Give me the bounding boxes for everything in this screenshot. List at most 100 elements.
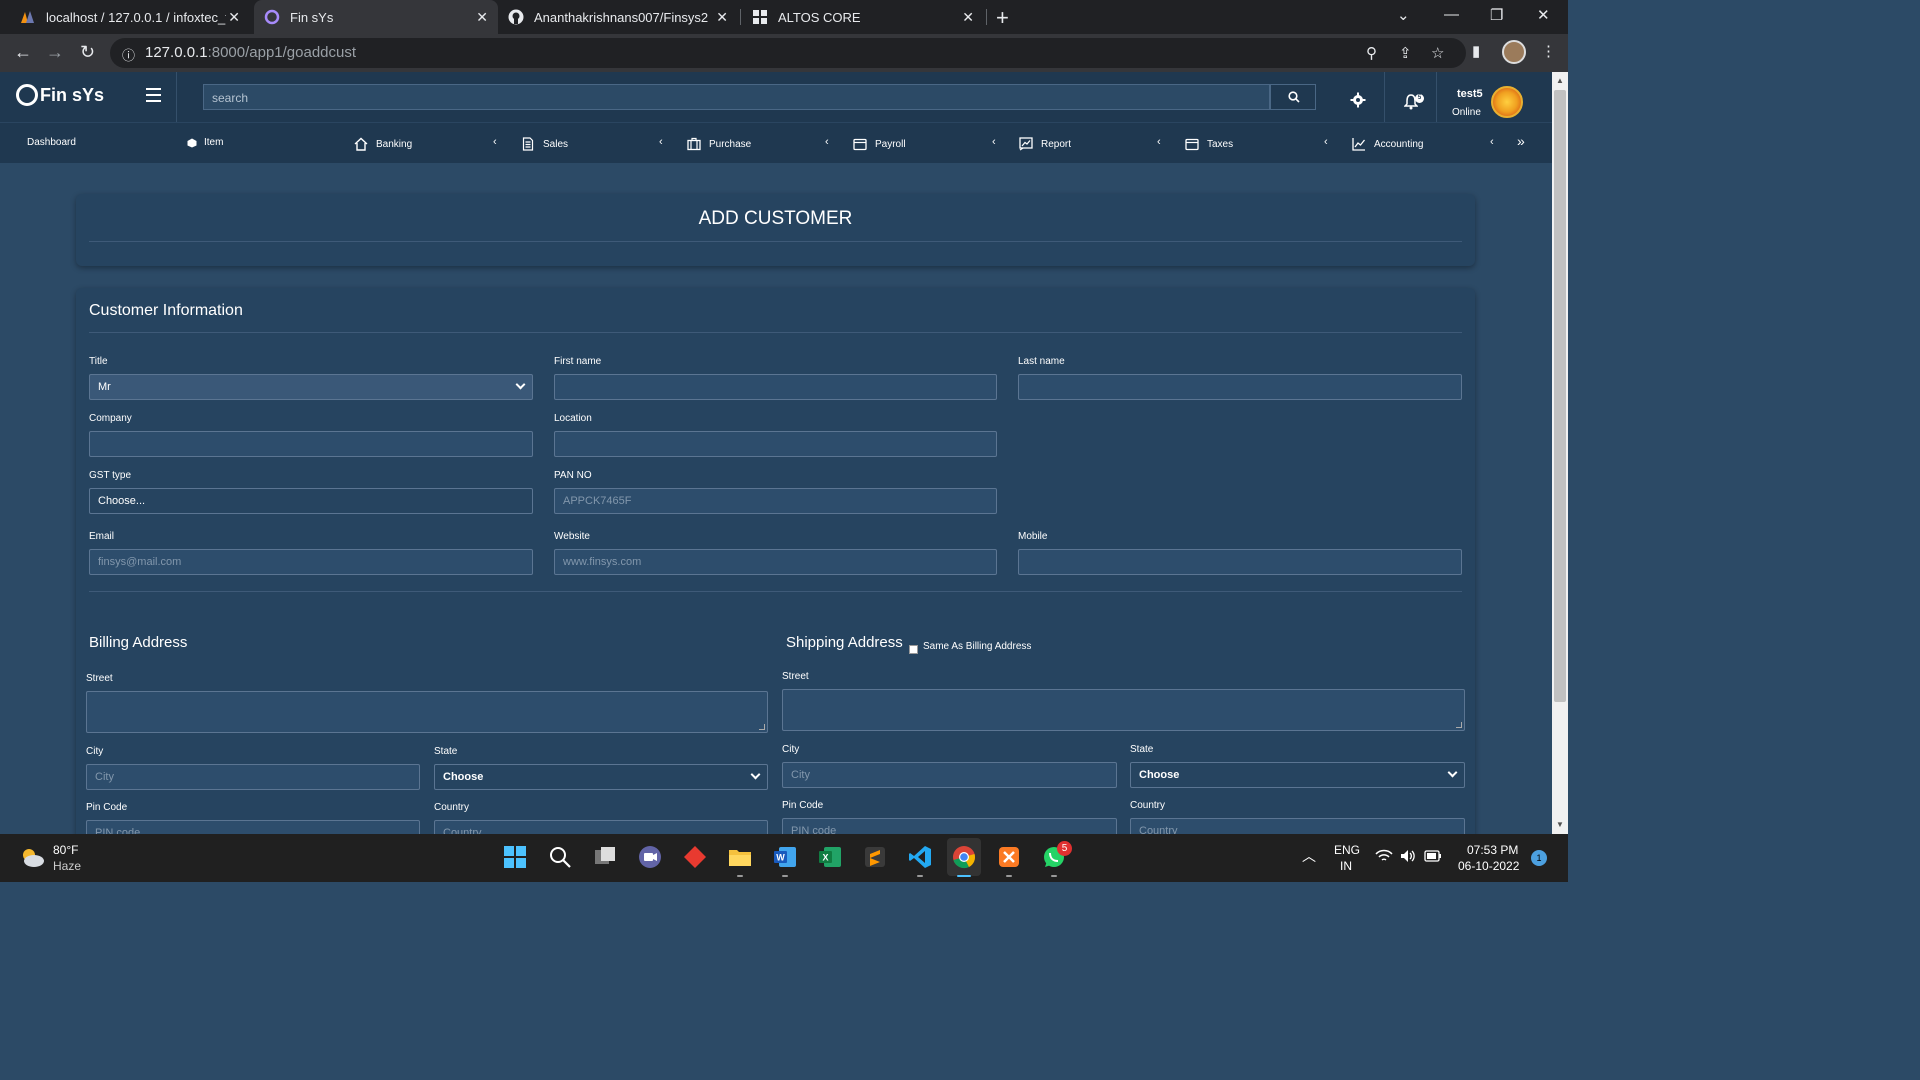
close-window-icon[interactable]: ✕ [1537, 6, 1550, 24]
xampp-icon[interactable] [997, 845, 1021, 869]
chrome-icon[interactable] [952, 845, 976, 869]
brand-logo[interactable]: Fin sYs [16, 84, 104, 106]
chevron-left-icon[interactable]: ‹ [659, 136, 663, 148]
file-explorer-icon[interactable] [728, 845, 752, 869]
shipping-city-input[interactable]: City [782, 762, 1117, 788]
shipping-state-select[interactable]: Choose [1130, 762, 1465, 788]
location-input[interactable] [554, 431, 997, 457]
input-region[interactable]: IN [1340, 859, 1352, 873]
altos-icon [752, 9, 768, 25]
task-view-icon[interactable] [593, 845, 617, 869]
url-text[interactable]: 127.0.0.1:8000/app1/goaddcust [145, 44, 356, 61]
weather-temperature[interactable]: 80°F [53, 843, 78, 857]
profile-avatar[interactable] [1502, 40, 1526, 64]
chevron-up-icon[interactable]: ︿ [1302, 846, 1316, 866]
chevron-left-icon[interactable]: ‹ [1157, 136, 1161, 148]
back-icon[interactable]: ← [14, 42, 32, 63]
menu-item[interactable]: Item [187, 137, 223, 148]
close-tab-icon[interactable]: ✕ [476, 9, 488, 26]
mobile-input[interactable] [1018, 549, 1462, 575]
restore-icon[interactable]: ❐ [1490, 6, 1503, 24]
first-name-input[interactable] [554, 374, 997, 400]
title-select[interactable]: Mr [89, 374, 533, 400]
double-chevron-right-icon[interactable]: » [1517, 133, 1525, 149]
clock-date[interactable]: 06-10-2022 [1458, 859, 1519, 873]
more-menu-icon[interactable]: ⋮ [1541, 42, 1556, 60]
chevron-left-icon[interactable]: ‹ [992, 136, 996, 148]
sublime-text-icon[interactable] [863, 845, 887, 869]
close-tab-icon[interactable]: ✕ [228, 9, 240, 26]
scrollbar-thumb[interactable] [1554, 90, 1566, 702]
wallet-icon [1185, 138, 1199, 151]
tab-search-icon[interactable]: ⌄ [1397, 6, 1410, 24]
minimize-icon[interactable]: — [1444, 6, 1459, 23]
chevron-left-icon[interactable]: ‹ [493, 136, 497, 148]
scroll-up-icon[interactable]: ▲ [1556, 76, 1564, 85]
billing-city-input[interactable]: City [86, 764, 420, 790]
tab-phpmyadmin[interactable]: localhost / 127.0.0.1 / infoxtec_fir ✕ [10, 0, 250, 34]
same-as-billing-checkbox[interactable] [909, 645, 918, 654]
search-button[interactable] [1270, 84, 1316, 110]
bookmark-star-icon[interactable]: ☆ [1431, 44, 1444, 62]
hamburger-menu-icon[interactable] [146, 88, 161, 106]
reload-icon[interactable]: ↻ [80, 42, 95, 63]
zoom-icon[interactable]: ⚲ [1366, 44, 1377, 62]
billing-state-select[interactable]: Choose [434, 764, 768, 790]
running-indicator [1006, 875, 1012, 877]
new-tab-icon[interactable]: + [996, 5, 1009, 31]
user-avatar[interactable] [1491, 86, 1523, 118]
shipping-street-textarea[interactable] [782, 689, 1465, 731]
same-as-billing-label[interactable]: Same As Billing Address [923, 641, 1031, 652]
scroll-down-icon[interactable]: ▼ [1556, 820, 1564, 829]
search-icon[interactable] [548, 845, 572, 869]
menu-report[interactable]: Report [1019, 137, 1071, 151]
menu-sales[interactable]: Sales [521, 137, 568, 151]
email-input[interactable]: finsys@mail.com [89, 549, 533, 575]
weather-description[interactable]: Haze [53, 859, 81, 873]
gst-type-select[interactable]: Choose... [89, 488, 533, 514]
wifi-icon[interactable] [1375, 849, 1393, 863]
pan-no-input[interactable]: APPCK7465F [554, 488, 997, 514]
gear-icon[interactable] [1350, 92, 1366, 108]
share-icon[interactable]: ⇪ [1399, 44, 1412, 62]
volume-icon[interactable] [1400, 849, 1416, 863]
url-omnibox[interactable]: ⓘ 127.0.0.1:8000/app1/goaddcust ⚲ ⇪ ☆ [110, 38, 1466, 68]
chevron-left-icon[interactable]: ‹ [1490, 136, 1494, 148]
word-icon[interactable]: W [773, 845, 797, 869]
menu-banking[interactable]: Banking [354, 137, 412, 151]
billing-street-textarea[interactable] [86, 691, 768, 733]
site-info-icon[interactable]: ⓘ [122, 45, 135, 64]
billing-state-label: State [434, 746, 458, 757]
menu-accounting[interactable]: Accounting [1352, 137, 1423, 151]
close-tab-icon[interactable]: ✕ [716, 9, 728, 26]
resize-grip-icon[interactable] [1456, 722, 1462, 728]
vscode-icon[interactable] [908, 845, 932, 869]
website-input[interactable]: www.finsys.com [554, 549, 997, 575]
notification-center-badge[interactable]: 1 [1531, 850, 1547, 866]
tab-finsys[interactable]: Fin sYs ✕ [254, 0, 498, 34]
chevron-left-icon[interactable]: ‹ [825, 136, 829, 148]
forward-icon[interactable]: → [46, 42, 64, 63]
resize-grip-icon[interactable] [759, 724, 765, 730]
side-panel-icon[interactable]: ▮ [1472, 42, 1480, 60]
battery-icon[interactable] [1424, 850, 1442, 862]
last-name-input[interactable] [1018, 374, 1462, 400]
weather-haze-icon[interactable] [18, 846, 46, 870]
excel-icon[interactable]: X [818, 845, 842, 869]
finsys-icon [264, 9, 280, 25]
chevron-left-icon[interactable]: ‹ [1324, 136, 1328, 148]
company-input[interactable] [89, 431, 533, 457]
app-red-diamond-icon[interactable] [683, 845, 707, 869]
windows-start-icon[interactable] [503, 845, 527, 869]
tab-altos[interactable]: ALTOS CORE ✕ [742, 0, 984, 34]
close-tab-icon[interactable]: ✕ [962, 9, 974, 26]
menu-dashboard[interactable]: Dashboard [27, 137, 76, 148]
teams-chat-icon[interactable] [638, 845, 662, 869]
menu-payroll[interactable]: Payroll [853, 137, 906, 151]
menu-purchase[interactable]: Purchase [687, 137, 751, 151]
menu-taxes[interactable]: Taxes [1185, 137, 1233, 151]
tab-github[interactable]: Ananthakrishnans007/Finsys2 ✕ [498, 0, 738, 34]
search-input[interactable]: search [203, 84, 1270, 110]
input-language[interactable]: ENG [1334, 843, 1360, 857]
clock-time[interactable]: 07:53 PM [1467, 843, 1518, 857]
